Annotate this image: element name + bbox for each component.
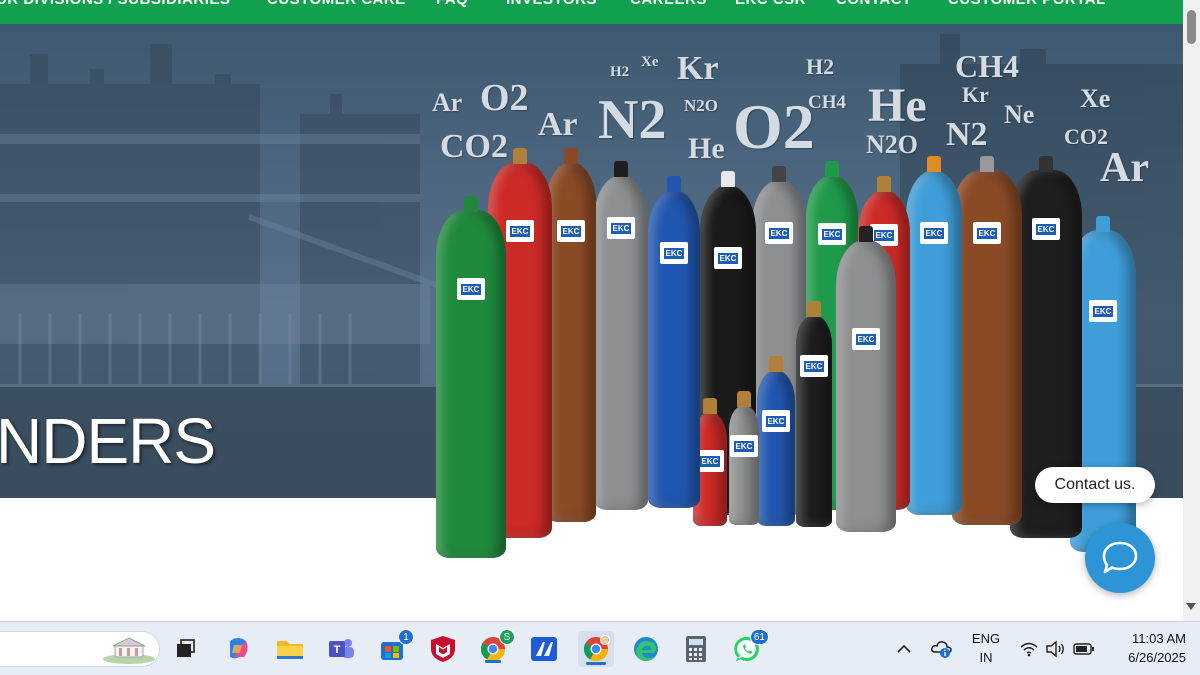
hero-headline: NDERS bbox=[0, 405, 216, 477]
file-explorer-icon[interactable] bbox=[274, 633, 306, 665]
gas-formula: CH4 bbox=[955, 48, 1019, 84]
cylinder: EKC bbox=[648, 176, 700, 508]
onedrive-status-icon[interactable] bbox=[928, 633, 956, 665]
gas-formula: N2O bbox=[684, 96, 718, 115]
nav-divisions-subsidiaries[interactable]: UR DIVISIONS / SUBSIDIARIES bbox=[0, 0, 230, 8]
cylinder: EKC bbox=[952, 156, 1022, 525]
copilot-icon[interactable] bbox=[222, 633, 254, 665]
nav-careers[interactable]: CAREERS bbox=[630, 0, 707, 8]
running-indicator bbox=[485, 660, 501, 663]
wifi-icon[interactable] bbox=[1016, 633, 1042, 665]
chrome-active-icon[interactable] bbox=[578, 631, 614, 667]
gas-formula: O2 bbox=[733, 91, 815, 162]
input-region[interactable]: IN bbox=[966, 650, 1006, 665]
active-window-indicator bbox=[586, 662, 606, 665]
clock-date[interactable]: 6/26/2025 bbox=[1108, 650, 1186, 665]
contact-us-label[interactable]: Contact us. bbox=[1035, 467, 1155, 503]
cylinder: EKC bbox=[836, 226, 896, 532]
gas-formula: CH4 bbox=[808, 92, 846, 113]
gas-formula: He bbox=[868, 79, 927, 132]
cylinder: EKC bbox=[906, 156, 962, 515]
task-view-icon[interactable] bbox=[169, 633, 201, 665]
gas-formula: O2 bbox=[480, 77, 529, 119]
app-a-icon[interactable] bbox=[528, 633, 560, 665]
nav-investors[interactable]: INVESTORS bbox=[506, 0, 597, 8]
page-scrollbar[interactable] bbox=[1183, 0, 1200, 621]
teams-icon[interactable]: T bbox=[325, 633, 357, 665]
edge-icon[interactable] bbox=[630, 633, 662, 665]
scrollbar-thumb[interactable] bbox=[1187, 10, 1196, 44]
input-language[interactable]: ENG bbox=[966, 631, 1006, 646]
nav-contact[interactable]: CONTACT bbox=[836, 0, 912, 8]
cylinder: EKC bbox=[796, 301, 832, 527]
browser-viewport: UR DIVISIONS / SUBSIDIARIES CUSTOMER CAR… bbox=[0, 0, 1200, 675]
show-hidden-icons-chevron-icon[interactable] bbox=[890, 633, 918, 665]
volume-icon[interactable] bbox=[1043, 633, 1069, 665]
search-highlight-icon bbox=[103, 637, 155, 664]
gas-formula: Ne bbox=[1004, 100, 1035, 129]
chrome-profile-badge: S bbox=[499, 629, 515, 645]
gas-formula: Ar bbox=[538, 106, 578, 143]
nav-csr[interactable]: EKC CSR bbox=[735, 0, 806, 8]
mcafee-icon[interactable] bbox=[427, 633, 459, 665]
microsoft-store-icon[interactable]: 1 bbox=[376, 629, 414, 665]
chrome-profile-icon[interactable]: S bbox=[477, 629, 515, 665]
windows-taskbar: T 1 S 61 ENG IN 11:03 AM 6/26/2025 bbox=[0, 621, 1200, 675]
gas-formula: Ar bbox=[432, 88, 463, 117]
gas-formula: N2 bbox=[946, 116, 988, 153]
cylinder: EKC bbox=[757, 356, 795, 526]
gas-formula: Kr bbox=[962, 82, 989, 107]
store-notification-badge: 1 bbox=[398, 629, 414, 645]
battery-icon[interactable] bbox=[1070, 633, 1098, 665]
cylinder: EKC bbox=[436, 196, 506, 558]
chat-bubble-icon bbox=[1102, 541, 1138, 574]
gas-formula: N2 bbox=[598, 89, 667, 151]
chat-button[interactable] bbox=[1085, 523, 1155, 593]
scroll-down-arrow-icon[interactable] bbox=[1186, 603, 1196, 610]
gas-formula: Kr bbox=[677, 50, 719, 87]
whatsapp-icon[interactable]: 61 bbox=[731, 629, 769, 665]
cylinder: EKC bbox=[729, 391, 759, 525]
cylinder: EKC bbox=[594, 161, 648, 510]
whatsapp-notification-badge: 61 bbox=[749, 629, 769, 645]
gas-formula: H2 bbox=[610, 64, 630, 80]
svg-text:T: T bbox=[334, 644, 341, 656]
gas-formula: Xe bbox=[1080, 84, 1111, 113]
main-nav: UR DIVISIONS / SUBSIDIARIES CUSTOMER CAR… bbox=[0, 0, 1183, 24]
taskbar-search-box[interactable] bbox=[0, 631, 160, 667]
gas-formula: H2 bbox=[806, 54, 835, 79]
calculator-icon[interactable] bbox=[680, 633, 712, 665]
gas-formula: N2O bbox=[866, 130, 918, 159]
gas-formula: Xe bbox=[641, 54, 659, 70]
nav-customer-care[interactable]: CUSTOMER CARE bbox=[267, 0, 406, 8]
cylinder: EKC bbox=[546, 148, 596, 522]
nav-faq[interactable]: FAQ bbox=[436, 0, 468, 8]
gas-formula: He bbox=[688, 132, 725, 165]
gas-formula: Ar bbox=[1100, 145, 1149, 191]
nav-customer-portal[interactable]: CUSTOMER PORTAL bbox=[948, 0, 1106, 8]
gas-formula: CO2 bbox=[440, 128, 508, 165]
clock-time[interactable]: 11:03 AM bbox=[1108, 631, 1186, 646]
